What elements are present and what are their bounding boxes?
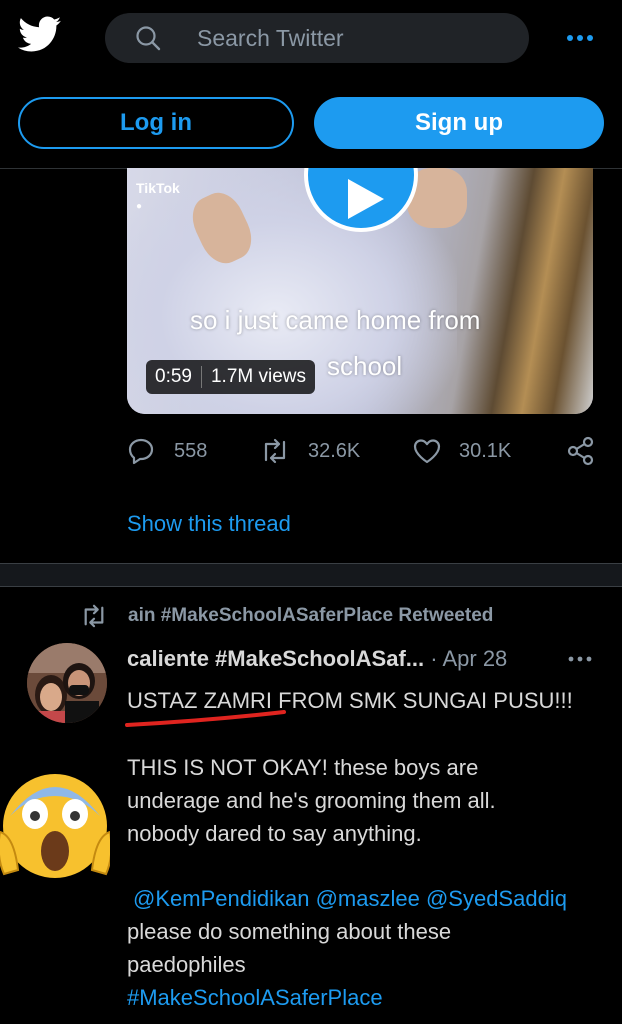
search-icon bbox=[135, 25, 161, 51]
mention-link[interactable]: @maszlee bbox=[316, 886, 420, 911]
section-divider bbox=[0, 563, 622, 587]
mentions-line: @KemPendidikan @maszlee @SyedSaddiq bbox=[133, 886, 567, 912]
tiktok-watermark: TikTok bbox=[136, 180, 180, 196]
retweet-count: 32.6K bbox=[308, 439, 361, 462]
signup-button[interactable]: Sign up bbox=[314, 97, 604, 149]
retweeted-by[interactable]: ain #MakeSchoolASaferPlace Retweeted bbox=[80, 604, 493, 628]
show-thread-link[interactable]: Show this thread bbox=[127, 511, 291, 537]
top-bar: Search Twitter Log in Sign up bbox=[0, 0, 622, 169]
avatar[interactable] bbox=[27, 643, 107, 723]
video-views: 1.7M views bbox=[210, 366, 307, 387]
video-player[interactable]: TikTok ● so i just came home from school… bbox=[127, 168, 593, 414]
video-duration: 0:59 bbox=[155, 366, 192, 387]
more-options-icon[interactable] bbox=[563, 24, 597, 52]
tweet-text-line: underage and he's grooming them all. bbox=[127, 788, 496, 813]
tweet-date[interactable]: Apr 28 bbox=[442, 646, 507, 671]
video-caption: so i just came home from bbox=[190, 305, 481, 335]
reply-icon bbox=[128, 438, 154, 465]
tweet-text-line: THIS IS NOT OKAY! these boys are bbox=[127, 755, 479, 780]
retweet-icon bbox=[264, 438, 286, 464]
search-placeholder: Search Twitter bbox=[197, 25, 344, 51]
hashtag-link[interactable]: #MakeSchoolASaferPlace bbox=[127, 985, 383, 1011]
like-count: 30.1K bbox=[459, 439, 512, 462]
tweet-text-line: nobody dared to say anything. bbox=[127, 821, 422, 846]
like-button[interactable]: 30.1K bbox=[413, 436, 511, 466]
separator-dot: · bbox=[430, 646, 438, 671]
search-input[interactable]: Search Twitter bbox=[105, 13, 529, 63]
play-icon bbox=[348, 179, 384, 219]
login-button[interactable]: Log in bbox=[18, 97, 294, 149]
tweet-text-line: paedophiles bbox=[127, 952, 246, 977]
retweet-button[interactable]: 32.6K bbox=[260, 436, 360, 466]
share-icon[interactable] bbox=[566, 436, 596, 466]
red-underline-annotation bbox=[124, 706, 288, 730]
retweet-icon bbox=[84, 604, 104, 628]
tiktok-user-icon: ● bbox=[136, 201, 143, 212]
retweeted-by-label: ain #MakeSchoolASaferPlace Retweeted bbox=[128, 605, 494, 626]
screaming-face-emoji bbox=[0, 766, 113, 880]
reply-count: 558 bbox=[174, 439, 208, 462]
author-name[interactable]: caliente #MakeSchoolASaf... bbox=[127, 646, 424, 671]
reply-button[interactable]: 558 bbox=[128, 436, 207, 466]
twitter-bird-icon[interactable] bbox=[18, 16, 62, 56]
video-stats-badge: 0:59 1.7M views bbox=[146, 360, 316, 394]
mention-link[interactable]: @SyedSaddiq bbox=[426, 886, 567, 911]
heart-icon bbox=[413, 439, 441, 464]
tweet-more-icon[interactable] bbox=[567, 652, 593, 666]
video-caption: school bbox=[327, 351, 403, 381]
tweet-header: caliente #MakeSchoolASaf... · Apr 28 bbox=[127, 646, 507, 672]
mention-link[interactable]: @KemPendidikan bbox=[133, 886, 309, 911]
tweet-text-line: please do something about these bbox=[127, 919, 452, 944]
